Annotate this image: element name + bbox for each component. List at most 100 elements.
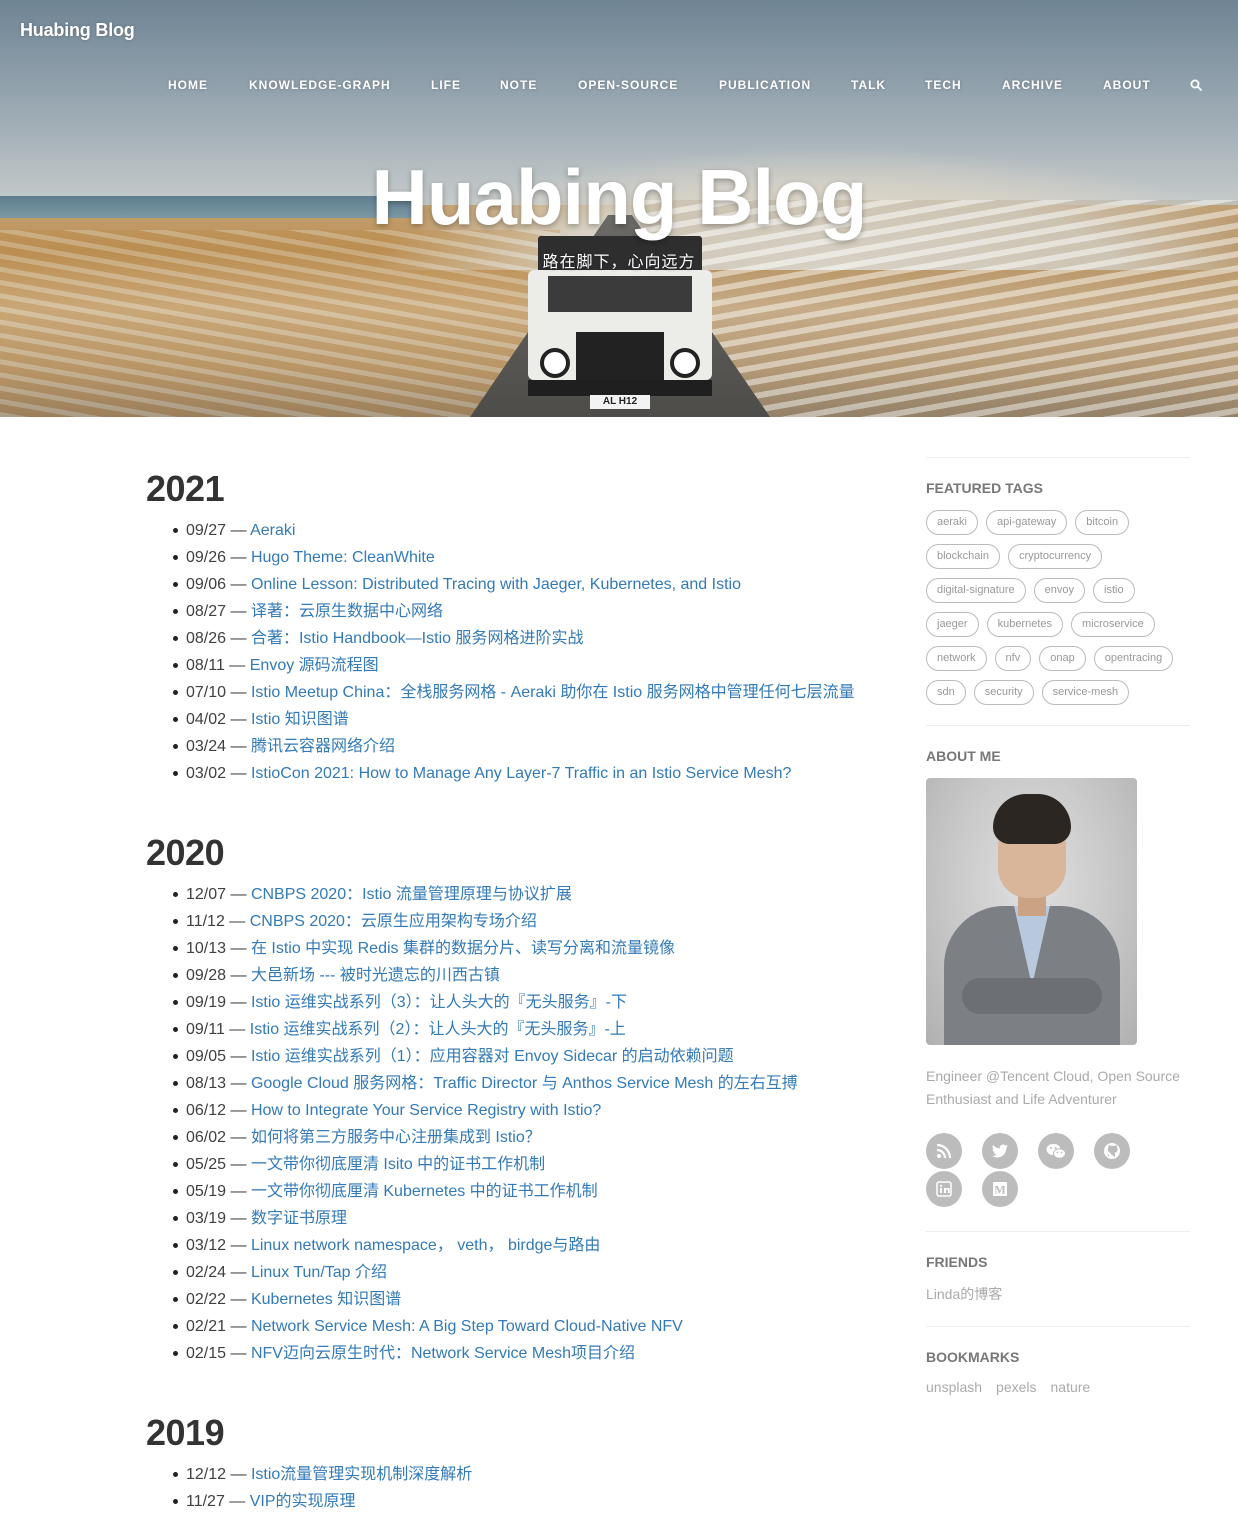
- tag-pill-kubernetes[interactable]: kubernetes: [986, 612, 1064, 637]
- post-link[interactable]: 一文带你彻底厘清 Isito 中的证书工作机制: [251, 1156, 545, 1173]
- tag-pill-blockchain[interactable]: blockchain: [926, 544, 1000, 569]
- medium-icon[interactable]: M: [982, 1171, 1018, 1207]
- site-subtitle: 路在脚下，心向远方: [542, 254, 696, 271]
- post-date: 09/11: [186, 1021, 225, 1038]
- post-date-separator: —: [224, 913, 250, 930]
- bookmark-link[interactable]: nature: [1051, 1379, 1091, 1395]
- rss-icon[interactable]: [926, 1133, 962, 1169]
- post-link[interactable]: Istio 运维实战系列（1）：应用容器对 Envoy Sidecar 的启动依…: [251, 1048, 734, 1065]
- post-link[interactable]: 腾讯云容器网络介绍: [251, 738, 395, 755]
- post-link[interactable]: 大邑新场 --- 被时光遗忘的川西古镇: [251, 967, 500, 984]
- friend-link[interactable]: Linda的博客: [926, 1286, 1002, 1302]
- year-section-2020: 2020 12/07 — CNBPS 2020：Istio 流量管理原理与协议扩…: [146, 827, 866, 1367]
- nav-publication[interactable]: PUBLICATION: [719, 78, 811, 92]
- post-list-item: 11/27 — VIP的实现原理: [146, 1488, 866, 1515]
- post-date: 11/27: [186, 1493, 225, 1510]
- post-link[interactable]: Istio 运维实战系列（3）：让人头大的『无头服务』-下: [251, 994, 627, 1011]
- nav-archive[interactable]: ARCHIVE: [1002, 78, 1063, 92]
- search-icon[interactable]: [1190, 79, 1202, 91]
- post-link[interactable]: CNBPS 2020：云原生应用架构专场介绍: [250, 913, 537, 930]
- post-date-separator: —: [226, 549, 251, 566]
- tag-pill-nfv[interactable]: nfv: [994, 646, 1032, 671]
- post-date-separator: —: [226, 994, 251, 1011]
- post-date: 09/06: [186, 576, 227, 593]
- bookmark-link[interactable]: pexels: [996, 1379, 1036, 1395]
- post-link[interactable]: IstioCon 2021: How to Manage Any Layer-7…: [251, 765, 791, 782]
- social-links: M: [926, 1133, 1166, 1231]
- post-link[interactable]: CNBPS 2020：Istio 流量管理原理与协议扩展: [251, 886, 572, 903]
- nav-open-source[interactable]: OPEN-SOURCE: [578, 78, 678, 92]
- tag-pill-aeraki[interactable]: aeraki: [926, 510, 978, 535]
- post-link[interactable]: VIP的实现原理: [250, 1493, 356, 1510]
- tag-pill-jaeger[interactable]: jaeger: [926, 612, 979, 637]
- post-list-item: 12/07 — CNBPS 2020：Istio 流量管理原理与协议扩展: [146, 881, 866, 908]
- linkedin-icon[interactable]: [926, 1171, 962, 1207]
- post-list-item: 02/24 — Linux Tun/Tap 介绍: [146, 1259, 866, 1286]
- archive-list: 2021 09/27 — Aeraki 09/26 — Hugo Theme: C…: [146, 463, 866, 1515]
- nav-about[interactable]: ABOUT: [1103, 78, 1151, 92]
- post-link[interactable]: 在 Istio 中实现 Redis 集群的数据分片、读写分离和流量镜像: [251, 940, 675, 957]
- nav-life[interactable]: LIFE: [431, 78, 461, 92]
- divider: [926, 457, 1190, 458]
- post-link[interactable]: Envoy 源码流程图: [250, 657, 379, 674]
- nav-note[interactable]: NOTE: [500, 78, 537, 92]
- post-link[interactable]: Online Lesson: Distributed Tracing with …: [251, 576, 741, 593]
- tag-pill-network[interactable]: network: [926, 646, 987, 671]
- tag-pill-microservice[interactable]: microservice: [1071, 612, 1155, 637]
- tag-pill-bitcoin[interactable]: bitcoin: [1075, 510, 1130, 535]
- post-date-separator: —: [226, 603, 251, 620]
- post-date: 09/26: [186, 549, 227, 566]
- post-date-separator: —: [226, 1264, 251, 1281]
- post-date-separator: —: [226, 630, 251, 647]
- tag-pill-digital-signature[interactable]: digital-signature: [926, 578, 1026, 603]
- post-date: 03/24: [186, 738, 227, 755]
- tag-pill-opentracing[interactable]: opentracing: [1093, 646, 1174, 671]
- post-link[interactable]: Kubernetes 知识图谱: [251, 1291, 401, 1308]
- tag-pill-istio[interactable]: istio: [1093, 578, 1135, 603]
- tag-pill-envoy[interactable]: envoy: [1033, 578, 1086, 603]
- post-link[interactable]: Google Cloud 服务网格：Traffic Director 与 Ant…: [251, 1075, 798, 1092]
- post-list-item: 03/12 — Linux network namespace， veth， b…: [146, 1232, 866, 1259]
- github-icon[interactable]: [1094, 1133, 1130, 1169]
- tag-pill-service-mesh[interactable]: service-mesh: [1041, 680, 1130, 705]
- post-link[interactable]: Istio 知识图谱: [251, 711, 349, 728]
- nav-tech[interactable]: TECH: [925, 78, 962, 92]
- post-link[interactable]: Linux Tun/Tap 介绍: [251, 1264, 387, 1281]
- tag-pill-sdn[interactable]: sdn: [926, 680, 966, 705]
- post-link[interactable]: 合著：Istio Handbook—Istio 服务网格进阶实战: [251, 630, 584, 647]
- post-link[interactable]: 一文带你彻底厘清 Kubernetes 中的证书工作机制: [251, 1183, 598, 1200]
- nav-talk[interactable]: TALK: [851, 78, 886, 92]
- post-link[interactable]: Aeraki: [250, 522, 295, 539]
- post-list-item: 05/25 — 一文带你彻底厘清 Isito 中的证书工作机制: [146, 1151, 866, 1178]
- post-link[interactable]: NFV迈向云原生时代：Network Service Mesh项目介绍: [251, 1345, 635, 1362]
- bio-text: Engineer @Tencent Cloud, Open Source Ent…: [926, 1068, 1180, 1107]
- post-date: 03/19: [186, 1210, 227, 1227]
- post-date-separator: —: [226, 940, 251, 957]
- post-link[interactable]: Hugo Theme: CleanWhite: [251, 549, 435, 566]
- post-link[interactable]: How to Integrate Your Service Registry w…: [251, 1102, 601, 1119]
- post-link[interactable]: Istio Meetup China：全栈服务网格 - Aeraki 助你在 I…: [251, 684, 855, 701]
- tag-pill-security[interactable]: security: [973, 680, 1034, 705]
- post-list: 12/12 — Istio流量管理实现机制深度解析 11/27 — VIP的实现原…: [146, 1461, 866, 1515]
- post-link[interactable]: Istio流量管理实现机制深度解析: [251, 1466, 472, 1483]
- post-link[interactable]: 数字证书原理: [251, 1210, 347, 1227]
- wechat-icon[interactable]: [1038, 1133, 1074, 1169]
- post-link[interactable]: Istio 运维实战系列（2）：让人头大的『无头服务』-上: [250, 1021, 626, 1038]
- brand-link[interactable]: Huabing Blog: [20, 20, 135, 41]
- post-link[interactable]: 译著：云原生数据中心网络: [251, 603, 443, 620]
- post-list-item: 03/19 — 数字证书原理: [146, 1205, 866, 1232]
- post-link[interactable]: Network Service Mesh: A Big Step Toward …: [251, 1318, 683, 1335]
- post-date: 06/12: [186, 1102, 227, 1119]
- post-list-item: 08/27 — 译著：云原生数据中心网络: [146, 598, 866, 625]
- post-link[interactable]: 如何将第三方服务中心注册集成到 Istio？: [251, 1129, 541, 1146]
- nav-knowledge-graph[interactable]: KNOWLEDGE-GRAPH: [249, 78, 391, 92]
- post-link[interactable]: Linux network namespace， veth， birdge与路由: [251, 1237, 601, 1254]
- post-list-item: 11/12 — CNBPS 2020：云原生应用架构专场介绍: [146, 908, 866, 935]
- tag-pill-cryptocurrency[interactable]: cryptocurrency: [1007, 544, 1103, 569]
- license-plate: AL H12: [590, 395, 650, 409]
- bookmark-link[interactable]: unsplash: [926, 1379, 982, 1395]
- tag-pill-onap[interactable]: onap: [1039, 646, 1086, 671]
- nav-home[interactable]: HOME: [168, 78, 208, 92]
- twitter-icon[interactable]: [982, 1133, 1018, 1169]
- tag-pill-api-gateway[interactable]: api-gateway: [985, 510, 1068, 535]
